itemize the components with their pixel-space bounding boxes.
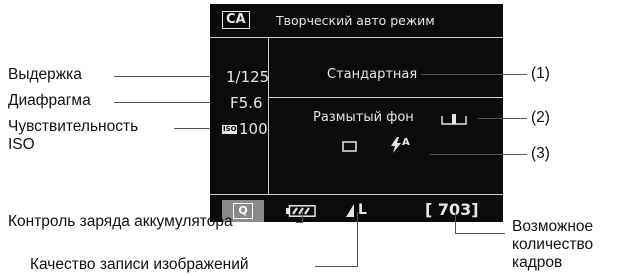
aperture-value: F5.6	[230, 94, 263, 112]
quality-value: L	[358, 202, 367, 218]
iso-icon: ISO	[222, 125, 237, 134]
shots-label-line3: кадров	[512, 254, 563, 271]
callout-1: (1)	[531, 65, 550, 82]
camera-lcd-screen: CA Творческий авто режим 1/125 F5.6 ISO …	[210, 4, 503, 222]
background-blur-label[interactable]: Размытый фон	[313, 111, 414, 124]
divider-vertical	[268, 37, 269, 194]
shots-label-line1: Возможное	[512, 218, 594, 235]
shots-remaining: [ 703]	[425, 200, 479, 219]
callout-2-line	[478, 118, 527, 119]
battery-leader-h	[296, 222, 303, 223]
shutter-label: Выдержка	[8, 66, 82, 83]
shutter-leader	[114, 76, 222, 77]
shots-label-line2: количество	[512, 236, 594, 253]
quality-leader-h	[315, 266, 358, 267]
shutter-value: 1/125	[226, 68, 270, 86]
callout-3-line	[430, 154, 527, 155]
quality-icon	[346, 204, 354, 217]
blur-scale-icon[interactable]	[441, 112, 467, 126]
iso-label-line1: Чувствительность	[8, 118, 139, 135]
iso-label-line2: ISO	[8, 136, 35, 153]
battery-icon	[286, 205, 316, 217]
q-icon: Q	[233, 203, 253, 219]
shots-leader-v	[455, 212, 456, 234]
picture-style-value[interactable]: Стандартная	[327, 68, 417, 81]
iso-value: 100	[239, 120, 268, 138]
callout-2: (2)	[531, 109, 550, 126]
quality-label: Качество записи изображений	[30, 256, 249, 273]
callout-3: (3)	[531, 145, 550, 162]
battery-label: Контроль заряда аккумулятора	[8, 213, 233, 230]
aperture-label: Диафрагма	[8, 92, 91, 109]
shots-leader-h	[455, 233, 505, 234]
flash-auto-icon[interactable]	[390, 137, 402, 153]
callout-1-line	[421, 74, 527, 75]
aperture-leader	[114, 102, 222, 103]
divider-top	[210, 37, 503, 38]
quality-leader-v	[357, 212, 358, 267]
divider-bottom	[210, 194, 503, 195]
mode-title: Творческий авто режим	[276, 13, 435, 28]
single-shot-icon[interactable]	[342, 141, 357, 152]
ca-mode-icon: CA	[222, 11, 250, 29]
divider-style	[268, 97, 503, 98]
flash-mode: A	[402, 137, 410, 148]
